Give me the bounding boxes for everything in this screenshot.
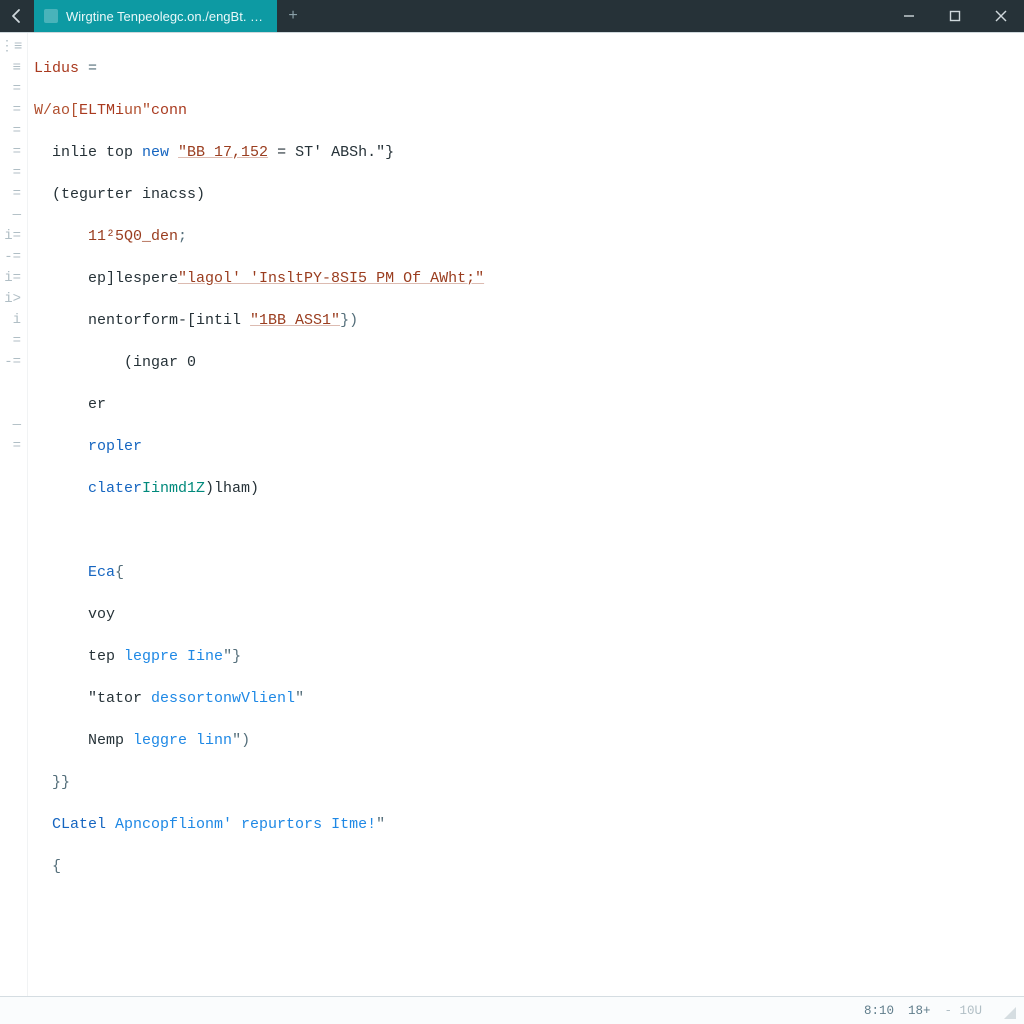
minimize-icon [903,10,915,22]
gutter: ⋮≡ ≡ = = = = = = — i= -= i= i> i = -= — … [0,33,28,996]
close-icon [995,10,1007,22]
minimize-button[interactable] [886,0,932,32]
code-token: dessortonwVlienl [151,690,295,707]
code-token: "tator [88,690,151,707]
code-token: leggre linn [133,732,232,749]
code-token: ELTMi [79,102,124,119]
gutter-mark: i> [0,289,27,310]
gutter-mark [0,457,27,478]
code-token: Lidus [34,60,79,77]
code-token: 11²5Q0_den [88,228,178,245]
code-token: " [376,816,385,833]
titlebar: Wirgtine Tenpeolegc.on./engBt. … + [0,0,1024,32]
code-token: Eca [88,564,115,581]
code-token: new [142,144,178,161]
active-tab[interactable]: Wirgtine Tenpeolegc.on./engBt. … [34,0,277,32]
gutter-mark: = [0,142,27,163]
new-tab-button[interactable]: + [277,0,309,32]
plus-icon: + [288,7,297,25]
gutter-mark: = [0,163,27,184]
code-token: voy [88,606,115,623]
code-token: Iinmd1Z [142,480,205,497]
code-token: "} [223,648,241,665]
code-token: }} [52,774,70,791]
code-token: conn [151,102,187,119]
gutter-mark: = [0,184,27,205]
code-token: inlie top [52,144,142,161]
gutter-mark: i= [0,268,27,289]
gutter-mark: — [0,415,27,436]
code-token: }) [340,312,358,329]
code-token: legpre Iine [124,648,223,665]
code-token: (tegurter inacss) [52,186,205,203]
gutter-mark [0,394,27,415]
code-token: Nemp [88,732,133,749]
gutter-mark: = [0,79,27,100]
status-indicator: 18+ [908,1004,931,1018]
gutter-mark: = [0,331,27,352]
code-token: { [115,564,124,581]
tab-title: Wirgtine Tenpeolegc.on./engBt. … [66,9,263,24]
back-button[interactable] [0,0,34,32]
editor[interactable]: ⋮≡ ≡ = = = = = = — i= -= i= i> i = -= — … [0,32,1024,996]
code-area[interactable]: Lidus = W/ao[ELTMiun"conn inlie top new … [28,33,1024,996]
maximize-button[interactable] [932,0,978,32]
gutter-mark: -= [0,247,27,268]
code-token: { [52,858,61,875]
code-token: W/ao[ [34,102,79,119]
code-token: clater [88,480,142,497]
gutter-mark: — [0,205,27,226]
maximize-icon [949,10,961,22]
code-token: ; [178,228,187,245]
code-token: (ingar 0 [124,354,196,371]
window-controls [886,0,1024,32]
close-button[interactable] [978,0,1024,32]
gutter-mark: ⋮≡ [0,37,27,58]
gutter-mark: i [0,310,27,331]
code-token: "1BB ASS1" [250,312,340,329]
gutter-mark: i= [0,226,27,247]
code-token: = [79,60,97,77]
code-token: CLatel [52,816,115,833]
status-bar: 8:10 18+ - 10U [0,996,1024,1024]
code-token: " [295,690,304,707]
code-token: ropler [88,438,142,455]
code-token: ") [232,732,250,749]
code-token: = ST' ABSh."} [268,144,394,161]
gutter-mark: ≡ [0,58,27,79]
gutter-mark: = [0,100,27,121]
resize-grip-icon[interactable] [1000,1003,1016,1019]
arrow-left-icon [9,8,25,24]
gutter-mark: = [0,121,27,142]
status-time: 8:10 [864,1004,894,1018]
gutter-mark: = [0,436,27,457]
code-token: un" [124,102,151,119]
gutter-mark [0,373,27,394]
code-token: "lagol' 'InsltPY-8SI5 PM Of AWht;" [178,270,484,287]
code-token: Apncopflionm' repurtors Itme! [115,816,376,833]
code-token: er [88,396,106,413]
code-token: "BB 17,152 [178,144,268,161]
status-extra: - 10U [944,1004,982,1018]
gutter-mark: -= [0,352,27,373]
code-token: nentorform-[intil [88,312,250,329]
code-token: )lham) [205,480,259,497]
code-token: ep]lespere [88,270,178,287]
tab-favicon-icon [44,9,58,23]
code-token: tep [88,648,124,665]
